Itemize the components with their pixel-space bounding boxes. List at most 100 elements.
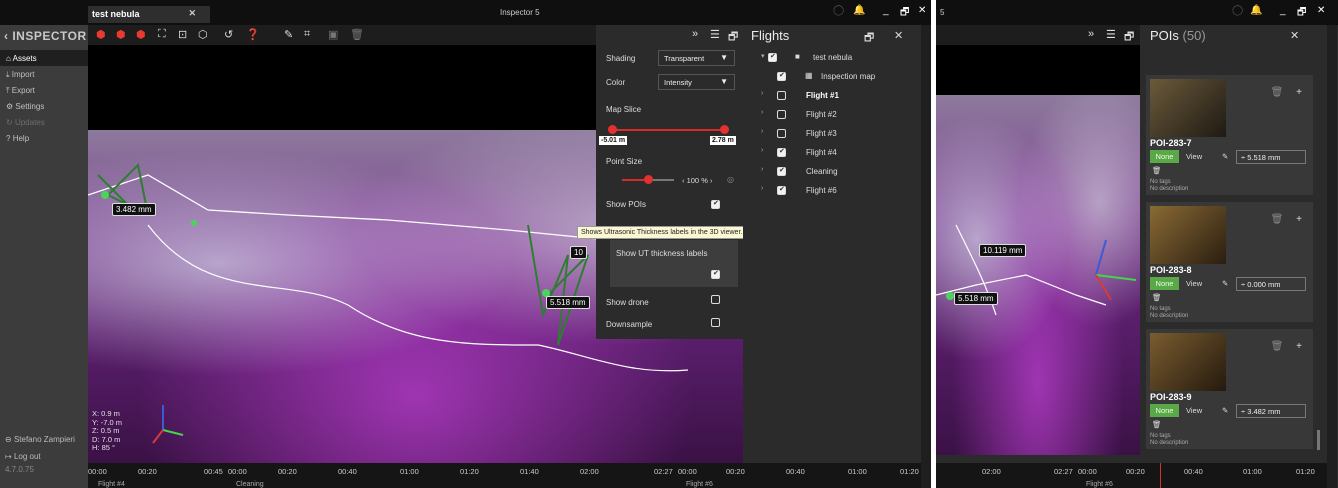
trash-icon[interactable]: 🗑	[1152, 293, 1162, 302]
flight-checkbox[interactable]	[768, 52, 777, 62]
bell-icon[interactable]: 🔔	[853, 5, 865, 16]
chevron-right-icon[interactable]: ›	[761, 128, 763, 135]
timeline-segment[interactable]: Cleaning	[236, 481, 264, 488]
cube-outline-icon[interactable]: ⬡	[198, 28, 208, 41]
timeline-segment[interactable]: Flight #6	[1086, 481, 1113, 488]
map-slice-min-handle[interactable]	[608, 125, 617, 134]
poi-thumbnail[interactable]	[1150, 333, 1226, 391]
severity-badge[interactable]: None	[1150, 404, 1179, 417]
close-window-button[interactable]: ✕	[1317, 5, 1325, 16]
color-select[interactable]: Intensity ▼	[658, 74, 735, 90]
minimize-button[interactable]: _	[883, 5, 889, 16]
flight-checkbox[interactable]	[777, 91, 786, 100]
pencil-icon[interactable]: ✎	[1222, 279, 1228, 288]
pencil-icon[interactable]: ✎	[1222, 152, 1228, 161]
poi-thumbnail[interactable]	[1150, 79, 1226, 137]
thickness-field[interactable]: ÷ 5.518 mm	[1236, 150, 1306, 164]
camera-frame-icon[interactable]: ⊡	[178, 28, 187, 41]
add-icon[interactable]: +	[1292, 87, 1306, 101]
focus-icon[interactable]: ⛶	[158, 28, 166, 41]
ut-label[interactable]: 3.482 mm	[112, 203, 156, 216]
sidebar-item-assets[interactable]: ⌂ Assets	[0, 50, 88, 66]
flight-row-test-nebula[interactable]: ▾ ■ test nebula	[743, 50, 921, 66]
close-tab-icon[interactable]: ✕	[188, 8, 196, 19]
trash-icon[interactable]: 🗑	[1152, 166, 1162, 175]
list-settings-icon[interactable]: ☰	[710, 28, 720, 41]
pencil-icon[interactable]: ✎	[284, 28, 293, 41]
downsample-checkbox[interactable]	[711, 318, 720, 327]
flight-row-4[interactable]: › Flight #4	[743, 145, 921, 161]
crop-icon[interactable]: ⌗	[304, 28, 310, 41]
trash-icon[interactable]: 🗑	[1152, 420, 1162, 429]
view-button[interactable]: View	[1186, 152, 1202, 161]
collapse-icon[interactable]: »	[1088, 28, 1094, 40]
window-icon[interactable]: 🗗	[864, 29, 874, 48]
flight-checkbox[interactable]	[777, 166, 786, 176]
flight-row-3[interactable]: › Flight #3	[743, 126, 921, 142]
flight-row-1[interactable]: › Flight #1	[743, 88, 921, 104]
thickness-field[interactable]: ÷ 3.482 mm	[1236, 404, 1306, 418]
user-name[interactable]: ⊖ Stefano Zampieri	[5, 435, 75, 444]
add-icon[interactable]: +	[1292, 214, 1306, 228]
timeline-segment[interactable]: Flight #4	[98, 481, 125, 488]
list-settings-icon[interactable]: ☰	[1106, 28, 1116, 41]
point-size-value[interactable]: ‹ 100 % ›	[682, 176, 712, 185]
reset-icon[interactable]: ◎	[727, 175, 734, 184]
close-panel-icon[interactable]: ✕	[1290, 29, 1299, 42]
view-button[interactable]: View	[1186, 279, 1202, 288]
close-window-button[interactable]: ✕	[918, 5, 926, 16]
chevron-right-icon[interactable]: ›	[761, 147, 763, 154]
sidebar-item-updates[interactable]: ↻ Updates	[0, 114, 88, 130]
flight-row-2[interactable]: › Flight #2	[743, 107, 921, 123]
map-slice-track[interactable]	[612, 129, 724, 131]
logout-link[interactable]: ↦ Log out	[5, 452, 41, 461]
show-ut-checkbox[interactable]	[711, 269, 720, 279]
maximize-button[interactable]: 🗗	[900, 5, 909, 22]
sidebar-item-settings[interactable]: ⚙ Settings	[0, 98, 88, 114]
add-icon[interactable]: +	[1292, 341, 1306, 355]
ut-label[interactable]: 10.119 mm	[979, 244, 1027, 257]
chevron-right-icon[interactable]: ›	[761, 90, 763, 97]
shading-select[interactable]: Transparent ▼	[658, 50, 735, 66]
severity-badge[interactable]: None	[1150, 277, 1179, 290]
save-icon[interactable]: ▣	[328, 28, 338, 41]
help-circle-icon[interactable]: ❓	[246, 28, 260, 41]
poi-card[interactable]: 🗑 + POI-283-9 None View ✎ ÷ 3.482 mm 🗑 N…	[1146, 329, 1313, 449]
cube-solid-icon[interactable]: ⬢	[96, 28, 106, 41]
ut-label[interactable]: 5.518 mm	[954, 292, 998, 305]
flight-row-inspection-map[interactable]: ▦ Inspection map	[743, 69, 921, 85]
trash-icon[interactable]: 🗑	[1270, 214, 1284, 228]
ut-label[interactable]: 5.518 mm	[546, 296, 590, 309]
sidebar-item-help[interactable]: ? Help	[0, 130, 88, 146]
chevron-right-icon[interactable]: ›	[761, 166, 763, 173]
show-drone-checkbox[interactable]	[711, 295, 720, 304]
flight-checkbox[interactable]	[777, 110, 786, 119]
flight-checkbox[interactable]	[777, 71, 786, 81]
pencil-icon[interactable]: ✎	[1222, 406, 1228, 415]
ut-thickness-option[interactable]: Show UT thickness labels	[610, 240, 738, 287]
thickness-field[interactable]: ÷ 0.000 mm	[1236, 277, 1306, 291]
poi-card[interactable]: 🗑 + POI-283-7 None View ✎ ÷ 5.518 mm 🗑 N…	[1146, 75, 1313, 195]
poi-thumbnail[interactable]	[1150, 206, 1226, 264]
flight-row-cleaning[interactable]: › Cleaning	[743, 164, 921, 180]
cube-shaded-icon[interactable]: ⬢	[116, 28, 126, 41]
maximize-button[interactable]: 🗗	[1297, 5, 1306, 22]
flight-checkbox[interactable]	[777, 129, 786, 138]
chevron-down-icon[interactable]: ▾	[761, 52, 765, 60]
minimize-button[interactable]: _	[1280, 5, 1286, 16]
flight-row-6[interactable]: › Flight #6	[743, 183, 921, 199]
window-icon[interactable]: 🗗	[1124, 28, 1134, 47]
orbit-icon[interactable]: ↺	[224, 28, 233, 41]
trash-icon[interactable]: 🗑	[350, 28, 364, 41]
flight-checkbox[interactable]	[777, 185, 786, 195]
scrollbar[interactable]	[1317, 430, 1320, 450]
ut-label[interactable]: 10	[570, 246, 587, 259]
timeline[interactable]: 02:00 02:27 00:00 00:20 00:40 01:00 01:2…	[936, 463, 1327, 488]
trash-icon[interactable]: 🗑	[1270, 341, 1284, 355]
flight-checkbox[interactable]	[777, 147, 786, 157]
sidebar-item-import[interactable]: ⤓ Import	[0, 66, 88, 82]
collapse-icon[interactable]: »	[692, 28, 698, 40]
point-size-handle[interactable]	[644, 175, 653, 184]
view-button[interactable]: View	[1186, 406, 1202, 415]
playhead[interactable]	[1160, 463, 1161, 488]
